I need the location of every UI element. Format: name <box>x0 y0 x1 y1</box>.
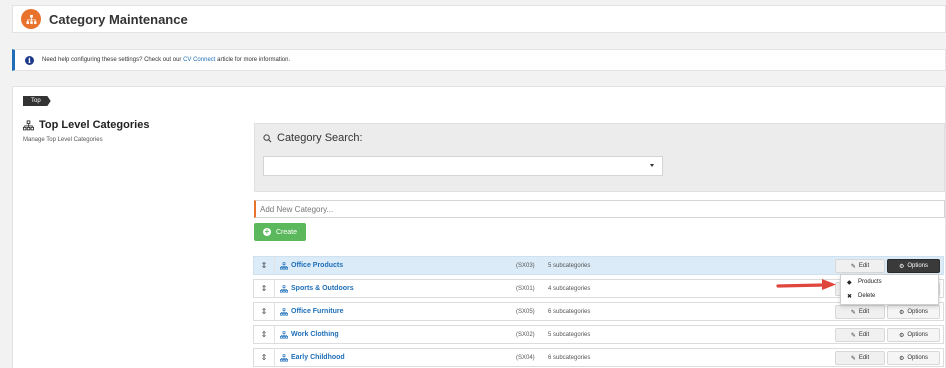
menu-item-delete[interactable]: ✖ Delete <box>841 289 938 303</box>
menu-item-products[interactable]: ◆ Products <box>841 275 938 289</box>
divider <box>274 257 275 274</box>
pencil-icon: ✎ <box>850 355 856 362</box>
options-button[interactable]: ⚙Options <box>887 259 940 273</box>
edit-button[interactable]: ✎Edit <box>835 328 885 342</box>
edit-button[interactable]: ✎Edit <box>835 351 885 365</box>
category-code: (SX03) <box>516 262 535 269</box>
gear-icon: ⚙ <box>898 309 905 316</box>
drag-handle-icon[interactable]: ⇕ <box>254 353 274 362</box>
category-row[interactable]: ⇕ Early Childhood (SX04) 6 subcategories ✎ Ed… <box>253 348 944 367</box>
category-row[interactable]: ⇕ Work Clothing (SX02) 5 subcategories ✎ Edit… <box>253 325 944 344</box>
category-search-panel: Category Search: <box>254 123 945 192</box>
info-icon: i <box>25 55 34 65</box>
sitemap-icon <box>21 9 41 29</box>
sitemap-icon <box>280 261 288 270</box>
sidebar-subtitle: Manage Top Level Categories <box>23 137 103 143</box>
drag-handle-icon[interactable]: ⇕ <box>254 261 274 270</box>
category-search-select[interactable] <box>263 156 663 176</box>
chevron-down-icon <box>650 164 654 167</box>
drag-handle-icon[interactable]: ⇕ <box>254 330 274 339</box>
gear-icon: ⚙ <box>898 263 905 270</box>
tag-icon: ◆ <box>847 279 852 286</box>
category-code: (SX05) <box>516 308 535 315</box>
category-name-link[interactable]: Sports & Outdoors <box>280 284 516 293</box>
category-name-link[interactable]: Office Furniture <box>280 307 516 316</box>
subcategory-count: 4 subcategories <box>548 285 591 292</box>
drag-handle-icon[interactable]: ⇕ <box>254 284 274 293</box>
sitemap-icon <box>280 284 288 293</box>
divider <box>274 303 275 320</box>
pencil-icon: ✎ <box>850 309 856 316</box>
gear-icon: ⚙ <box>898 355 905 362</box>
divider <box>274 326 275 343</box>
search-icon <box>263 133 272 142</box>
sitemap-icon <box>280 353 288 362</box>
options-menu: ◆ Products ✖ Delete <box>840 274 939 305</box>
options-button[interactable]: ⚙Options <box>887 351 940 365</box>
page-title: Category Maintenance <box>49 11 188 27</box>
drag-handle-icon[interactable]: ⇕ <box>254 307 274 316</box>
category-name-link[interactable]: Work Clothing <box>280 330 516 339</box>
subcategory-count: 6 subcategories <box>548 308 591 315</box>
subcategory-count: 5 subcategories <box>548 262 591 269</box>
subcategory-count: 6 subcategories <box>548 354 591 361</box>
divider <box>274 280 275 297</box>
create-button[interactable]: + Create <box>254 223 306 241</box>
red-arrow-icon <box>776 279 836 290</box>
add-category-input[interactable] <box>254 200 945 218</box>
pencil-icon: ✎ <box>850 263 856 270</box>
help-banner: i Need help configuring these settings? … <box>12 49 946 71</box>
sidebar-title: Top Level Categories <box>23 119 149 131</box>
category-code: (SX04) <box>516 354 535 361</box>
cv-connect-link[interactable]: CV Connect <box>183 57 215 63</box>
gear-icon: ⚙ <box>898 332 905 339</box>
page-header: Category Maintenance <box>12 5 946 33</box>
sitemap-icon <box>23 120 34 130</box>
divider <box>274 349 275 366</box>
help-text: Need help configuring these settings? Ch… <box>42 57 291 63</box>
options-button[interactable]: ⚙Options <box>887 305 940 319</box>
category-code: (SX01) <box>516 285 535 292</box>
edit-button[interactable]: ✎Edit <box>835 305 885 319</box>
options-button[interactable]: ⚙Options <box>887 328 940 342</box>
category-row[interactable]: ⇕ Office Products (SX03) 5 subcategories ✎ Ed… <box>253 256 944 275</box>
sitemap-icon <box>280 307 288 316</box>
subcategory-count: 5 subcategories <box>548 331 591 338</box>
sitemap-icon <box>280 330 288 339</box>
plus-icon: + <box>262 227 271 236</box>
category-code: (SX02) <box>516 331 535 338</box>
category-search-label: Category Search: <box>263 132 363 144</box>
category-name-link[interactable]: Early Childhood <box>280 353 516 362</box>
breadcrumb[interactable]: Top <box>23 96 51 106</box>
category-name-link[interactable]: Office Products <box>280 261 516 270</box>
pencil-icon: ✎ <box>850 332 856 339</box>
delete-icon: ✖ <box>847 293 853 300</box>
edit-button[interactable]: ✎Edit <box>835 259 885 273</box>
